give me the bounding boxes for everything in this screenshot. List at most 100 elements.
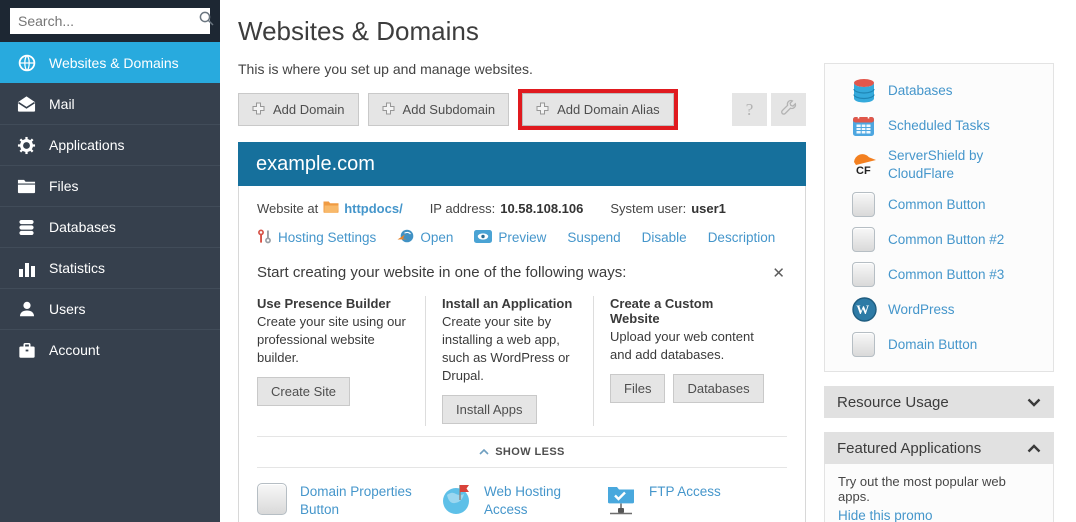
help-button[interactable]: ? [732,93,767,126]
install-apps-button[interactable]: Install Apps [442,395,537,424]
column-heading: Install an Application [442,296,578,311]
custom-website-column: Create a Custom Website Upload your web … [593,296,779,426]
search-box[interactable] [10,8,210,34]
ftp-access-link[interactable]: FTP Access [606,483,721,522]
getting-started-columns: Use Presence Builder Create your site us… [257,296,787,426]
hosting-settings-icon [257,229,272,247]
disable-link[interactable]: Disable [642,230,687,245]
docroot-link[interactable]: httpdocs/ [344,201,403,216]
domain-name: example.com [256,153,375,176]
briefcase-icon [17,341,36,360]
highlight-annotation: Add Domain Alias [518,89,678,130]
blank-button-icon [852,262,879,287]
folder-icon [17,177,36,196]
orange-folder-icon [323,200,339,216]
column-text: Upload your web content and add database… [610,328,779,364]
blank-button-icon [852,332,879,357]
sidebar-item-label: Websites & Domains [49,55,179,71]
shortcut-common-button-3[interactable]: Common Button #3 [825,257,1053,292]
sidebar-item-statistics[interactable]: Statistics [0,247,220,288]
create-site-button[interactable]: Create Site [257,377,350,406]
column-text: Create your site by installing a web app… [442,313,578,385]
install-application-column: Install an Application Create your site … [425,296,593,426]
sidebar: Websites & Domains Mail Applications Fil… [0,0,220,522]
globe-flag-icon [441,483,475,522]
plus-icon [382,102,395,118]
resource-usage-header[interactable]: Resource Usage [824,386,1054,418]
show-less-toggle[interactable]: SHOW LESS [257,436,787,468]
database-color-icon [852,78,879,104]
hide-promo-link[interactable]: Hide this promo [838,508,933,522]
domain-card-body: Website at httpdocs/ IP address: 10.58.1… [238,186,806,522]
preview-icon [474,230,492,246]
domain-tools-row: Domain Properties Button Additional comm… [257,483,787,522]
chevron-down-icon [1027,394,1041,411]
plesk-app: Websites & Domains Mail Applications Fil… [0,0,1076,522]
add-subdomain-button[interactable]: Add Subdomain [368,93,510,126]
shortcut-servershield-cloudflare[interactable]: CF ServerShield by CloudFlare [825,142,1053,187]
shortcut-databases[interactable]: Databases [825,73,1053,109]
shortcut-wordpress[interactable]: W WordPress [825,292,1053,327]
ip-value: 10.58.108.106 [500,201,583,216]
database-icon [17,218,36,237]
getting-started-panel: Start creating your website in one of th… [257,264,787,426]
shortcuts-panel: Databases Scheduled Tasks CF ServerShiel… [824,63,1054,372]
user-icon [17,300,36,319]
domain-card: example.com Website at httpdocs/ IP addr… [238,142,806,522]
website-at-label: Website at [257,201,318,216]
wrench-button[interactable] [771,93,806,126]
blank-button-icon [852,227,879,252]
files-button[interactable]: Files [610,374,665,403]
getting-started-title: Start creating your website in one of th… [257,264,787,281]
sidebar-item-databases[interactable]: Databases [0,206,220,247]
sidebar-item-label: Databases [49,219,116,235]
column-heading: Create a Custom Website [610,296,740,326]
sidebar-item-websites-domains[interactable]: Websites & Domains [0,42,220,83]
presence-builder-column: Use Presence Builder Create your site us… [257,296,425,426]
shortcut-common-button[interactable]: Common Button [825,187,1053,222]
column-text: Create your site using our professional … [257,313,410,367]
globe-icon [17,53,36,72]
open-site-link[interactable]: Open [397,228,453,247]
sidebar-item-users[interactable]: Users [0,288,220,329]
preview-link[interactable]: Preview [474,230,546,246]
close-icon[interactable]: ✕ [772,264,785,282]
search-strip [0,0,220,42]
shortcut-domain-button[interactable]: Domain Button [825,327,1053,362]
featured-applications-header[interactable]: Featured Applications [824,432,1054,464]
domain-info-row: Website at httpdocs/ IP address: 10.58.1… [257,200,787,216]
open-site-icon [397,228,414,247]
sidebar-item-label: Statistics [49,260,105,276]
sidebar-nav: Websites & Domains Mail Applications Fil… [0,42,220,370]
domain-actions-row: Hosting Settings Open Preview Suspend Di… [257,228,787,247]
suspend-link[interactable]: Suspend [567,230,620,245]
add-domain-alias-button[interactable]: Add Domain Alias [522,93,674,126]
databases-button[interactable]: Databases [673,374,763,403]
hosting-settings-link[interactable]: Hosting Settings [257,229,376,247]
sidebar-item-label: Account [49,342,100,358]
sidebar-item-label: Mail [49,96,75,112]
sidebar-item-mail[interactable]: Mail [0,83,220,124]
sidebar-item-label: Users [49,301,86,317]
shortcut-scheduled-tasks[interactable]: Scheduled Tasks [825,109,1053,142]
search-input[interactable] [18,13,199,29]
domain-properties-button-link[interactable]: Domain Properties Button Additional comm… [257,483,441,522]
chevron-up-icon [1027,440,1041,457]
chevron-up-small-icon [479,446,489,458]
svg-text:W: W [856,302,869,317]
sidebar-item-label: Files [49,178,79,194]
add-domain-button[interactable]: Add Domain [238,93,359,126]
mail-icon [17,94,36,113]
blank-button-icon [852,192,879,217]
toolbar: Add Domain Add Subdomain Add Domain Alia… [238,89,806,130]
sidebar-item-files[interactable]: Files [0,165,220,206]
right-panel: Databases Scheduled Tasks CF ServerShiel… [824,63,1054,522]
sidebar-item-applications[interactable]: Applications [0,124,220,165]
system-user-label: System user: [610,201,686,216]
web-hosting-access-link[interactable]: Web Hosting Access [441,483,606,522]
search-icon[interactable] [199,11,214,31]
toolbar-right: ? [732,93,806,126]
sidebar-item-account[interactable]: Account [0,329,220,370]
description-link[interactable]: Description [708,230,776,245]
shortcut-common-button-2[interactable]: Common Button #2 [825,222,1053,257]
